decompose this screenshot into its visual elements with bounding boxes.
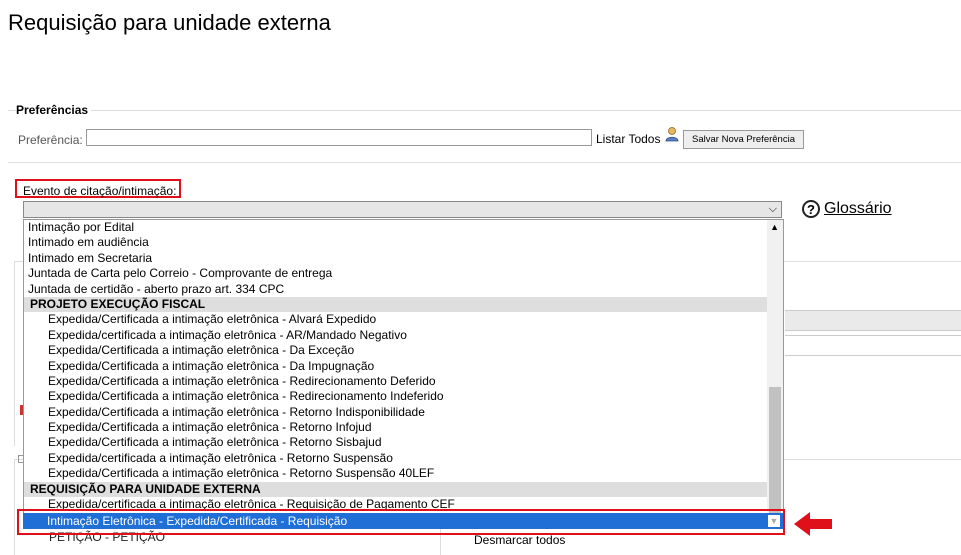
dropdown-scrollbar[interactable]: ▲: [767, 220, 783, 518]
scroll-up-icon[interactable]: ▲: [770, 222, 779, 232]
dropdown-option[interactable]: Expedida/Certificada a intimação eletrôn…: [24, 359, 767, 374]
evento-dropdown-list[interactable]: Intimação por Edital Intimado em audiênci…: [23, 219, 784, 519]
user-icon[interactable]: [664, 126, 680, 142]
dropdown-option[interactable]: Juntada de certidão - aberto prazo art. …: [24, 282, 767, 297]
preferences-legend: Preferências: [16, 103, 92, 117]
preference-input[interactable]: [86, 129, 592, 146]
help-icon[interactable]: ?: [802, 200, 820, 218]
chevron-down-icon: ⌵: [768, 203, 777, 215]
preference-label: Preferência:: [18, 133, 83, 147]
background-bar: [785, 310, 961, 331]
dropdown-option[interactable]: Intimação por Edital: [24, 220, 767, 235]
dropdown-option[interactable]: Expedida/Certificada a intimação eletrôn…: [24, 420, 767, 435]
dropdown-option[interactable]: Expedida/Certificada a intimação eletrôn…: [24, 389, 767, 404]
desmarcar-todos-link[interactable]: Desmarcar todos: [474, 533, 565, 547]
dropdown-group-header: PROJETO EXECUÇÃO FISCAL: [24, 296, 767, 313]
dropdown-option[interactable]: Expedida/Certificada a intimação eletrôn…: [24, 374, 767, 389]
dropdown-option[interactable]: Intimado em Secretaria: [24, 251, 767, 266]
page-title: Requisição para unidade externa: [8, 10, 331, 35]
dropdown-option[interactable]: Expedida/Certificada a intimação eletrôn…: [24, 343, 767, 358]
dropdown-option[interactable]: Expedida/Certificada a intimação eletrôn…: [24, 466, 767, 481]
dropdown-option[interactable]: Juntada de Carta pelo Correio - Comprova…: [24, 266, 767, 281]
evento-label: Evento de citação/intimação:: [15, 179, 181, 198]
glossario-link[interactable]: Glossário: [824, 200, 892, 218]
red-arrow-icon: [794, 512, 832, 536]
scrollbar-thumb[interactable]: [769, 387, 781, 518]
background-bar: [785, 335, 961, 356]
highlight-box: [17, 509, 785, 535]
dropdown-option[interactable]: Expedida/certificada a intimação eletrôn…: [24, 451, 767, 466]
dropdown-group-header: REQUISIÇÃO PARA UNIDADE EXTERNA: [24, 481, 767, 498]
dropdown-option[interactable]: Expedida/Certificada a intimação eletrôn…: [24, 312, 767, 327]
listar-todos-link[interactable]: Listar Todos: [596, 132, 660, 146]
dropdown-option[interactable]: Expedida/Certificada a intimação eletrôn…: [24, 435, 767, 450]
dropdown-rows: Intimação por Edital Intimado em audiênci…: [24, 220, 767, 512]
dropdown-option[interactable]: Intimado em audiência: [24, 235, 767, 250]
evento-select[interactable]: ⌵: [23, 201, 782, 218]
save-preference-button[interactable]: Salvar Nova Preferência: [683, 130, 804, 149]
dropdown-option[interactable]: Expedida/certificada a intimação eletrôn…: [24, 328, 767, 343]
dropdown-option[interactable]: Expedida/Certificada a intimação eletrôn…: [24, 405, 767, 420]
